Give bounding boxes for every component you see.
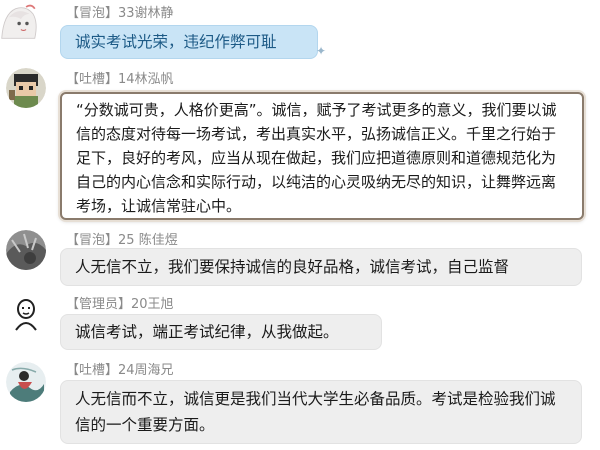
sender-name: 20王旭 <box>131 297 174 312</box>
gray-photo-avatar-icon[interactable] <box>6 230 46 270</box>
pixel-character-avatar-icon[interactable] <box>6 68 46 108</box>
message-meta: 【管理员】20王旭 <box>66 297 174 313</box>
message-bubble: 诚实考试光荣，违纪作弊可耻 <box>60 25 318 59</box>
sender-name: 33谢林静 <box>118 6 174 21</box>
message-text: 人无信而不立，诚信更是我们当代大学生必备品质。考试是检验我们诚信的一个重要方面。 <box>75 390 556 434</box>
message-tag: 【管理员】 <box>66 297 132 312</box>
message-meta: 【冒泡】25 陈佳煜 <box>66 233 178 249</box>
anime-girl-avatar-icon[interactable] <box>0 0 46 42</box>
danmaku-chat-panel: 【冒泡】33谢林静 诚实考试光荣，违纪作弊可耻 ✦ 【吐槽】14林泓帆 “分数诚… <box>0 0 600 450</box>
message-bubble: 诚信考试，端正考试纪律，从我做起。 <box>60 314 382 350</box>
message-text: 诚信考试，端正考试纪律，从我做起。 <box>75 323 339 341</box>
message-tag: 【吐槽】 <box>66 363 119 378</box>
message-tag: 【冒泡】 <box>66 233 119 248</box>
message-bubble: 人无信不立，我们要保持诚信的良好品格，诚信考试，自己监督 <box>60 248 582 286</box>
message-text: 人无信不立，我们要保持诚信的良好品格，诚信考试，自己监督 <box>75 258 510 276</box>
message-meta: 【冒泡】33谢林静 <box>66 6 174 22</box>
chat-message: 【吐槽】24周海兄 人无信而不立，诚信更是我们当代大学生必备品质。考试是检验我们… <box>0 358 600 450</box>
message-bubble: 人无信而不立，诚信更是我们当代大学生必备品质。考试是检验我们诚信的一个重要方面。 <box>60 380 582 444</box>
chat-message: 【冒泡】33谢林静 诚实考试光荣，违纪作弊可耻 ✦ <box>0 0 600 66</box>
message-meta: 【吐槽】24周海兄 <box>66 363 174 379</box>
chat-message: 【吐槽】14林泓帆 “分数诚可贵，人格价更高”。诚信，赋予了考试更多的意义，我们… <box>0 68 600 224</box>
sender-name: 14林泓帆 <box>118 72 174 87</box>
sender-name: 24周海兄 <box>118 363 174 378</box>
ink-painting-avatar-icon[interactable] <box>6 362 46 402</box>
message-meta: 【吐槽】14林泓帆 <box>66 72 174 88</box>
sketch-face-avatar-icon[interactable] <box>6 294 46 334</box>
message-text: “分数诚可贵，人格价更高”。诚信，赋予了考试更多的意义，我们要以诚信的态度对待每… <box>76 101 557 215</box>
sparkle-icon: ✦ <box>316 44 327 58</box>
chat-message: 【管理员】20王旭 诚信考试，端正考试纪律，从我做起。 <box>0 292 600 352</box>
message-tag: 【吐槽】 <box>66 72 119 87</box>
message-tag: 【冒泡】 <box>66 6 119 21</box>
message-text: 诚实考试光荣，违纪作弊可耻 <box>75 33 277 51</box>
chat-message: 【冒泡】25 陈佳煜 人无信不立，我们要保持诚信的良好品格，诚信考试，自己监督 <box>0 226 600 288</box>
sender-name: 25 陈佳煜 <box>118 233 178 248</box>
message-bubble: “分数诚可贵，人格价更高”。诚信，赋予了考试更多的意义，我们要以诚信的态度对待每… <box>60 92 584 220</box>
